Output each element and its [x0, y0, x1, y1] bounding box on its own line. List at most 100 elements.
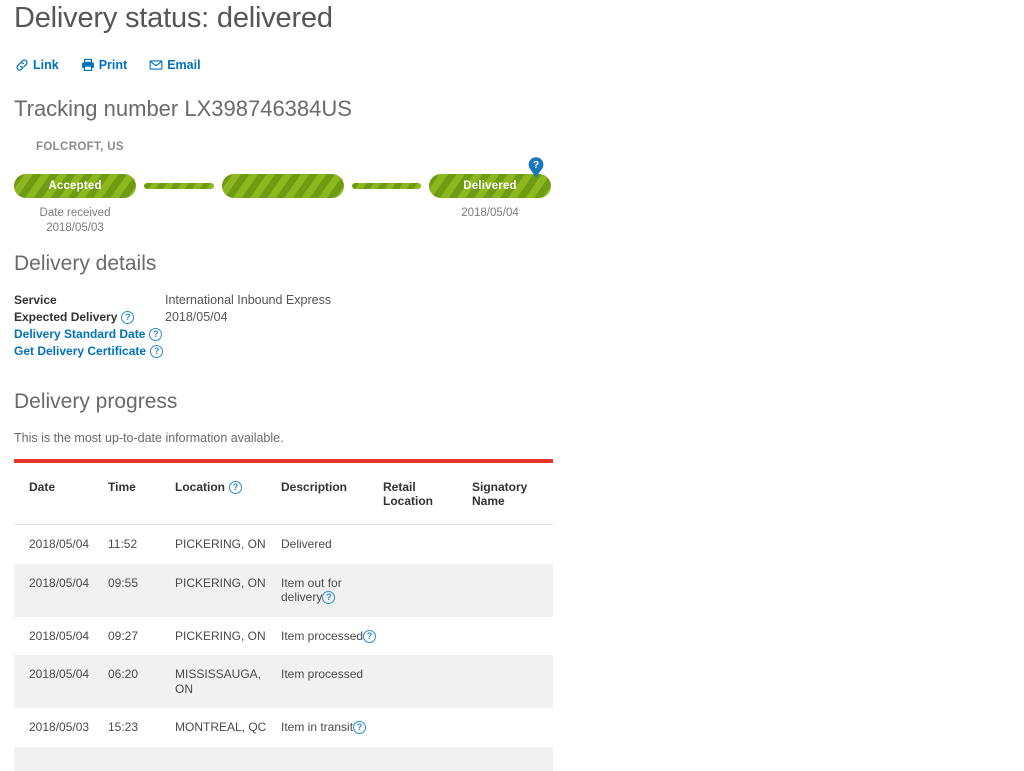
cell-signatory-name: [472, 708, 553, 747]
delivered-date-value: 2018/05/04: [461, 207, 519, 219]
cell-signatory-name: [472, 617, 553, 656]
detail-value-expected-delivery: 2018/05/04: [165, 310, 228, 324]
column-header-description-label: Description: [281, 480, 348, 494]
tracker-step-middle[interactable]: [221, 174, 344, 198]
cell-location: PICKERING, ON: [175, 537, 266, 551]
print-action[interactable]: Print: [81, 58, 127, 72]
cell-description-text: Item processed: [281, 628, 364, 643]
table-row[interactable]: [14, 746, 553, 771]
column-header-retail-location-label: Retail Location: [383, 480, 433, 508]
cell-date: 2018/05/04: [14, 655, 108, 708]
tracker-bar: Accepted Delivered: [14, 174, 551, 198]
tracking-number: Tracking number LX398746384US: [14, 96, 352, 121]
tracker-step-accepted[interactable]: Accepted: [14, 174, 136, 198]
expected-delivery-help-icon[interactable]: ?: [121, 310, 135, 324]
link-action[interactable]: Link: [15, 58, 59, 72]
cell-time: 09:55: [108, 563, 175, 617]
cell-description: Delivered: [281, 525, 383, 564]
cell-description: Item out for delivery?: [281, 563, 383, 617]
location-help-icon[interactable]: ?: [229, 480, 242, 494]
detail-label-get-delivery-certificate-text: Get Delivery Certificate: [14, 344, 147, 358]
cell-time: 11:52: [108, 537, 138, 551]
cell-retail-location: [383, 708, 472, 747]
tracker-step-delivered-label: Delivered: [463, 180, 517, 192]
column-header-retail-location[interactable]: Retail Location: [383, 463, 472, 525]
delivery-progress-table-wrap: Date Time Location ? Description Retail …: [14, 459, 553, 771]
cell-date: 2018/05/04: [29, 628, 90, 643]
cell-retail-location: [383, 746, 472, 771]
table-row[interactable]: 2018/05/04 09:27 PICKERING, ON Item proc…: [14, 617, 553, 656]
cell-signatory-name: [472, 746, 553, 771]
tracker-step-accepted-label: Accepted: [48, 180, 102, 192]
description-help-icon[interactable]: ?: [363, 629, 377, 643]
delivery-details-heading: Delivery details: [14, 252, 157, 275]
column-header-time-label: Time: [108, 480, 136, 494]
delivery-progress-note: This is the most up-to-date information …: [14, 431, 284, 445]
detail-row-expected-delivery: Expected Delivery ? 2018/05/04: [14, 310, 414, 327]
delivery-progress-heading: Delivery progress: [14, 390, 178, 413]
get-delivery-certificate-help-icon[interactable]: ?: [150, 344, 164, 358]
date-received-value: 2018/05/03: [46, 222, 104, 234]
cell-time: 15:23: [108, 720, 139, 734]
cell-date: 2018/05/03: [29, 720, 90, 734]
column-header-signatory-name[interactable]: Signatory Name: [472, 463, 553, 525]
print-action-label: Print: [98, 57, 128, 72]
column-header-signatory-name-label: Signatory Name: [472, 480, 528, 508]
cell-date: [14, 746, 108, 771]
table-row[interactable]: 2018/05/03 15:23 MONTREAL, QC Item in tr…: [14, 708, 553, 747]
detail-label-delivery-standard-date[interactable]: Delivery Standard Date ?: [14, 327, 165, 341]
cell-retail-location: [383, 525, 472, 564]
cell-description-text: Delivered: [281, 537, 332, 551]
date-received-label: Date received: [39, 207, 111, 219]
tracker-caption-left: Date received 2018/05/03: [14, 206, 136, 236]
table-header: Date Time Location ? Description Retail …: [14, 463, 553, 525]
table-row[interactable]: 2018/05/04 11:52 PICKERING, ON Delivered: [14, 525, 553, 564]
detail-label-get-delivery-certificate[interactable]: Get Delivery Certificate ?: [14, 344, 165, 358]
detail-label-expected-delivery-text: Expected Delivery: [14, 310, 118, 324]
cell-location: PICKERING, ON: [175, 628, 266, 643]
tracker-captions: Date received 2018/05/03 2018/05/04: [14, 206, 551, 240]
printer-icon: [81, 58, 95, 72]
cell-location: MISSISSAUGA, ON: [175, 655, 281, 708]
detail-label-service: Service: [14, 293, 165, 307]
cell-signatory-name: [472, 563, 553, 617]
cell-description: Item processed: [281, 655, 383, 708]
delivery-progress-tracker: FOLCROFT, US Accepted Delivered Date rec…: [0, 138, 580, 238]
email-action-label: Email: [167, 57, 201, 72]
cell-location: MONTREAL, QC: [175, 720, 267, 734]
cell-time: 06:20: [108, 655, 175, 708]
delivery-details: Service International Inbound Express Ex…: [14, 293, 414, 361]
table-row[interactable]: 2018/05/04 09:55 PICKERING, ON Item out …: [14, 563, 553, 617]
cell-signatory-name: [472, 655, 553, 708]
cell-retail-location: [383, 563, 472, 617]
delivery-progress-table: Date Time Location ? Description Retail …: [14, 463, 553, 771]
column-header-location[interactable]: Location ?: [175, 463, 281, 525]
description-help-icon[interactable]: ?: [322, 591, 336, 605]
detail-label-expected-delivery: Expected Delivery ?: [14, 310, 165, 324]
description-help-icon[interactable]: ?: [353, 721, 367, 735]
action-links: Link Print Email: [15, 58, 201, 72]
delivery-status-page: Delivery status: delivered Link Print Em…: [0, 0, 1024, 771]
cell-time: [108, 746, 175, 771]
link-icon: [15, 58, 29, 72]
tracker-caption-right: 2018/05/04: [429, 206, 551, 221]
detail-row-get-delivery-certificate[interactable]: Get Delivery Certificate ?: [14, 344, 414, 361]
cell-retail-location: [383, 617, 472, 656]
cell-location: PICKERING, ON: [175, 563, 281, 617]
column-header-date[interactable]: Date: [14, 463, 108, 525]
svg-text:?: ?: [533, 160, 539, 171]
delivery-standard-date-help-icon[interactable]: ?: [149, 327, 163, 341]
column-header-time[interactable]: Time: [108, 463, 175, 525]
tracker-connector-2: [351, 183, 421, 189]
cell-signatory-name: [472, 525, 553, 564]
delivered-help-pin-icon[interactable]: ?: [518, 151, 554, 181]
detail-label-delivery-standard-date-text: Delivery Standard Date: [14, 327, 146, 341]
detail-value-service: International Inbound Express: [165, 293, 332, 307]
column-header-description[interactable]: Description: [281, 463, 383, 525]
column-header-location-label: Location: [175, 480, 225, 494]
table-row[interactable]: 2018/05/04 06:20 MISSISSAUGA, ON Item pr…: [14, 655, 553, 708]
detail-row-delivery-standard-date[interactable]: Delivery Standard Date ?: [14, 327, 414, 344]
cell-location: [175, 746, 281, 771]
email-action[interactable]: Email: [149, 57, 201, 72]
cell-date: 2018/05/04: [14, 563, 108, 617]
